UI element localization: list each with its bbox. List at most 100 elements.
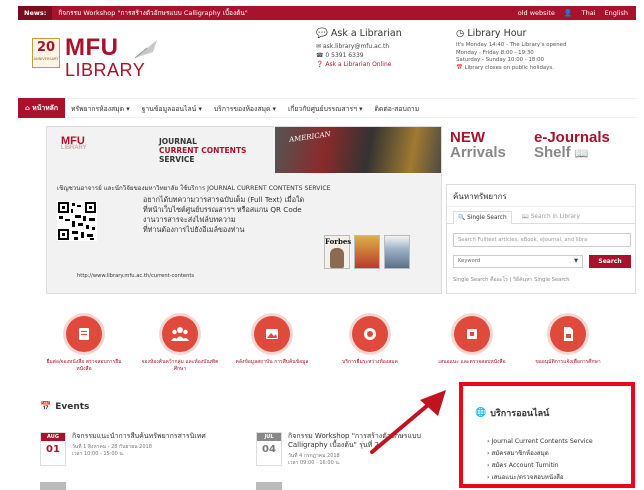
mfu-library-homepage: News: กิจกรรม Workshop "การสร้างตัวอักษร… (0, 0, 644, 490)
clock-icon: ◷ (456, 28, 465, 39)
search-button[interactable]: Search (589, 255, 631, 268)
book-tab-icon: 📖 (521, 214, 529, 220)
online-services-title: บริการออนไลน์ (490, 409, 550, 419)
anniversary-text: ANNIVERSARY (33, 57, 59, 61)
news-ticker-text[interactable]: กิจกรรม Workshop "การสร้างตัวอักษรแบบ Ca… (52, 8, 517, 18)
event-date: วันที่ 4 กรกฎาคม 2018 (288, 453, 340, 459)
magazine-strip-image: AMERICAN (275, 127, 441, 173)
search-input[interactable]: Search Fulltext articles, eBook, eJourna… (453, 233, 631, 247)
loan-icon (352, 316, 388, 352)
nav-services[interactable]: บริการของห้องสมุด ▾ (208, 103, 282, 114)
service-institutional-repository[interactable]: คลังข้อมูลสถาบัน การสืบค้นข้อมูล (232, 316, 312, 366)
search-type-value: Keyword (458, 258, 481, 264)
thai-link[interactable]: Thai (582, 9, 596, 17)
tab-search-in-library[interactable]: 📖 Search in Library (522, 214, 580, 220)
book-icon: 📖 (574, 148, 589, 160)
logo-leaf-icon (134, 40, 157, 59)
chat-icon: 💬 (316, 28, 328, 39)
event-date-badge: JUL 04 (256, 432, 282, 466)
email-icon: ✉ (316, 43, 322, 50)
search-title: ค้นหาทรัพยากร (447, 185, 635, 207)
hours-status: It's Monday 14:40 - The Library's opened (456, 42, 567, 48)
online-services-panel: 🌐 บริการออนไลน์ › Journal Current Conten… (459, 382, 635, 488)
search-tabs: 🔍 Single Search 📖 Search in Library (447, 207, 635, 224)
banner-title: JOURNAL CURRENT CONTENTS SERVICE (159, 137, 246, 164)
event-day: 04 (262, 444, 276, 455)
event-date: วันที่ 1 สิงหาคม - 28 กันยายน 2018 (72, 444, 152, 450)
question-icon: ❓ (316, 61, 324, 68)
online-services-list: › Journal Current Contents Service › สมั… (487, 436, 593, 484)
event-date-badge: AUG 01 (40, 432, 66, 466)
home-icon: ⌂ (25, 104, 30, 112)
event-month: AUG (41, 433, 65, 441)
banner-body-line-4: ที่ท่านต้องการไปยังอีเมล์ของท่าน (143, 225, 245, 234)
banner-logo-library: LIBRARY (61, 145, 87, 151)
hours-title: Library Hour (467, 28, 527, 39)
service-suggest-books[interactable]: เสนอแนะ และตรวจสอบหนังสือ (432, 316, 512, 366)
suggest-book-icon (454, 316, 490, 352)
library-hours: ◷ Library Hour It's Monday 14:40 - The L… (456, 28, 628, 72)
logo-library[interactable]: LIBRARY (65, 60, 145, 81)
event-day: 01 (46, 444, 60, 455)
online-services-heading: 🌐 บริการออนไลน์ (475, 406, 549, 420)
service-label: จองห้องค้นคว้ากลุ่ม และห้องบัณฑิตศึกษา (141, 359, 219, 372)
new-arrivals-link[interactable]: NEW Arrivals (450, 130, 506, 176)
service-interlibrary-loan[interactable]: บริการยืมระหว่างห้องสมุด (330, 316, 410, 366)
nav-about[interactable]: เกี่ยวกับศูนย์บรรณสารฯ ▾ (282, 103, 369, 114)
events-title: Events (55, 402, 90, 412)
nav-contact[interactable]: ติดต่อ-สอบถาม (369, 103, 426, 114)
nav-home-label: หน้าหลัก (32, 104, 58, 112)
nav-resources[interactable]: ทรัพยากรห้องสมุด ▾ (65, 103, 136, 114)
service-renew-books[interactable]: ยืมต่อ/จองหนังสือ ตรวจสอบการยืมหนังสือ (44, 316, 124, 373)
service-label: บริการยืมระหว่างห้องสมุด (342, 359, 398, 365)
anniversary-badge: 20 ANNIVERSARY (32, 38, 60, 68)
service-label: ยืมต่อ/จองหนังสือ ตรวจสอบการยืมหนังสือ (46, 359, 122, 372)
user-icon[interactable]: 👤 (564, 9, 573, 17)
document-icon (550, 316, 586, 352)
service-room-booking[interactable]: จองห้องค้นคว้ากลุ่ม และห้องบัณฑิตศึกษา (140, 316, 220, 373)
ejournals-shelf-link[interactable]: e-Journals Shelf 📖 (534, 130, 610, 176)
event-title[interactable]: กิจกรรมแนะนำการสืบค้นทรัพยากรสารนิเทศ (72, 432, 242, 441)
online-service-link-journal[interactable]: › Journal Current Contents Service (487, 436, 593, 448)
online-service-label: สมัครสมาชิกห้องสมุด (491, 450, 549, 457)
journal-current-contents-banner[interactable]: MFU LIBRARY JOURNAL CURRENT CONTENTS SER… (46, 126, 442, 294)
banner-body-line-3: งานวารสารจะส่งไฟล์บทความ (143, 215, 236, 224)
magazine-cover-2 (354, 235, 380, 269)
new-arrivals-word-2: Arrivals (450, 144, 506, 161)
service-label: คลังข้อมูลสถาบัน การสืบค้นข้อมูล (235, 359, 309, 365)
banner-url[interactable]: http://www.library.mfu.ac.th/current-con… (77, 273, 194, 279)
hours-holiday: Library closes on public holidays. (464, 64, 554, 71)
online-service-label: Journal Current Contents Service (491, 438, 593, 445)
ask-email[interactable]: ask.library@mfu.ac.th (323, 43, 389, 50)
search-type-select[interactable]: Keyword ▼ (453, 255, 583, 268)
banner-title-line-2: CURRENT CONTENTS (159, 146, 247, 155)
online-service-label: เสนอแนะ/ตรวจสอบหนังสือ (491, 474, 564, 481)
online-service-link-suggest[interactable]: › เสนอแนะ/ตรวจสอบหนังสือ (487, 472, 593, 484)
ask-a-librarian: 💬 Ask a Librarian ✉ ask.library@mfu.ac.t… (316, 28, 446, 69)
image-archive-icon (254, 316, 290, 352)
event-date-badge-partial (256, 482, 282, 490)
service-label: ขออนุมัติการแจ้งเพื่อการศึกษา (535, 359, 601, 365)
logo-mfu[interactable]: MFU (65, 34, 118, 62)
service-request-approval[interactable]: ขออนุมัติการแจ้งเพื่อการศึกษา (528, 316, 608, 366)
red-arrow-icon (370, 390, 446, 454)
event-month: JUL (257, 433, 281, 441)
search-help-link[interactable]: Single Search คืออะไร | วิธีค้นหา Single… (453, 276, 570, 284)
online-service-link-turnitin[interactable]: › สมัคร Account Turnitin (487, 460, 593, 472)
ask-online-link[interactable]: Ask a Librarian Online (325, 61, 391, 68)
event-date-badge-partial (40, 482, 66, 490)
ask-phone: 0 5391 6339 (325, 52, 364, 59)
magazine-cover-3 (384, 235, 410, 269)
english-link[interactable]: English (605, 9, 628, 17)
old-website-link[interactable]: old website (518, 9, 555, 17)
new-arrivals-word-1: NEW (450, 129, 485, 146)
tab-library-label: Search in Library (530, 214, 580, 220)
ejournals-word-1: e-Journals (534, 129, 610, 146)
qr-code-icon (57, 201, 97, 241)
online-service-link-membership[interactable]: › สมัครสมาชิกห้องสมุด (487, 448, 593, 460)
nav-home[interactable]: ⌂ หน้าหลัก (18, 98, 65, 118)
tab-single-search[interactable]: 🔍 Single Search (453, 210, 512, 224)
banner-intro: เชิญชวนอาจารย์ และนักวิจัยของมหาวิทยาลัย… (57, 185, 331, 192)
service-label: เสนอแนะ และตรวจสอบหนังสือ (438, 359, 506, 365)
nav-databases[interactable]: ฐานข้อมูลออนไลน์ ▾ (136, 103, 208, 114)
